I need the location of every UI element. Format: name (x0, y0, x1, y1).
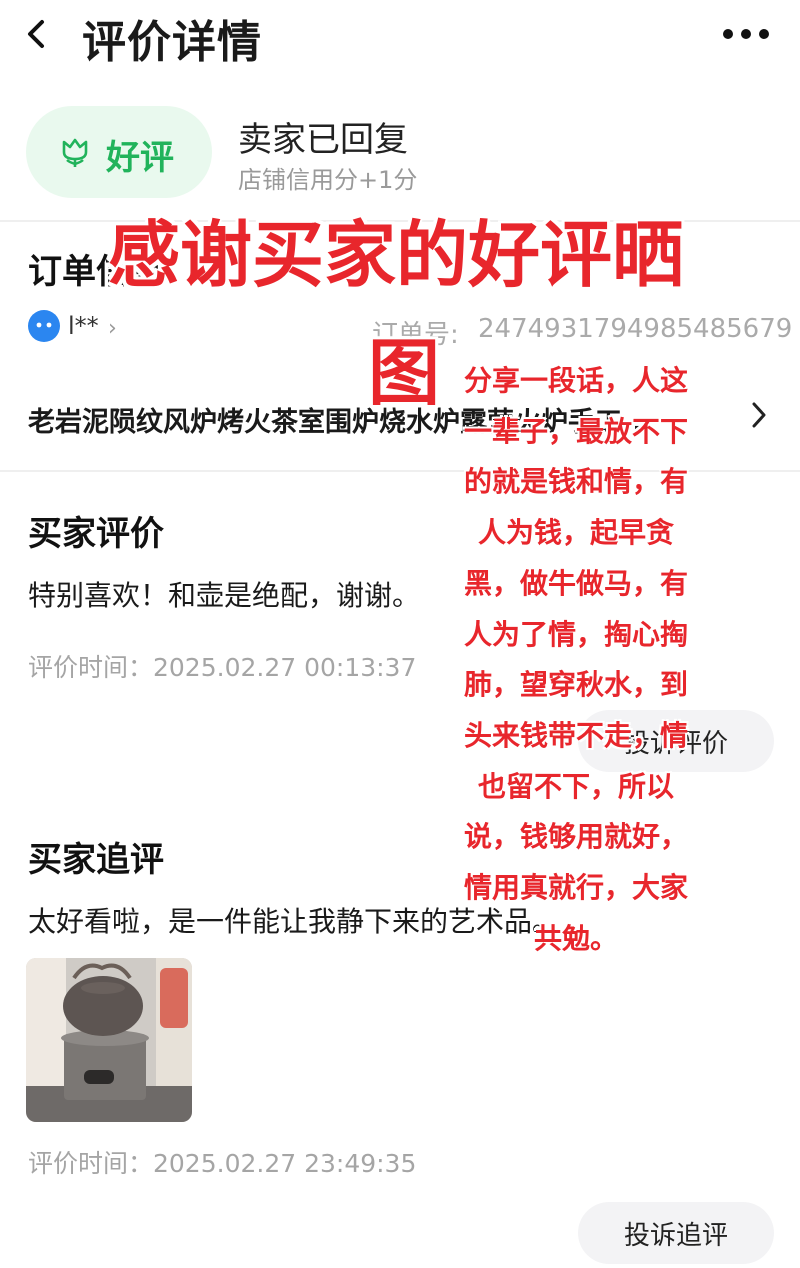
follow-up-title: 买家追评 (28, 840, 164, 880)
credit-note: 店铺信用分+1分 (238, 166, 418, 194)
order-number: 2474931794985485679 (478, 314, 793, 344)
page-title: 评价详情 (82, 17, 262, 68)
overlay-headline-continued: 图 (368, 331, 441, 415)
buyer-review-title: 买家评价 (28, 514, 164, 554)
back-icon[interactable] (22, 14, 54, 54)
chevron-right-icon[interactable]: › (108, 316, 117, 341)
buyer-name[interactable]: l** (68, 312, 99, 340)
avatar[interactable] (28, 310, 60, 342)
chevron-right-icon[interactable] (748, 398, 770, 440)
follow-up-time: 评价时间：2025.02.27 23:49:35 (28, 1149, 417, 1178)
review-photo[interactable] (26, 958, 192, 1122)
review-time: 评价时间：2025.02.27 00:13:37 (28, 653, 417, 682)
overlay-headline: 感谢买家的好评晒 (108, 213, 685, 297)
reply-status: 卖家已回复 (238, 120, 408, 160)
overlay-quote: 分享一段话，人这 一辈子，最放不下 的就是钱和情，有 人为钱，起早贪 黑，做牛做… (463, 364, 688, 955)
rating-label: 好评 (106, 138, 174, 178)
complain-follow-up-button[interactable]: 投诉追评 (578, 1202, 774, 1264)
review-text: 特别喜欢！和壶是绝配，谢谢。 (28, 579, 421, 612)
tulip-icon (58, 136, 92, 170)
more-icon[interactable] (718, 24, 774, 44)
